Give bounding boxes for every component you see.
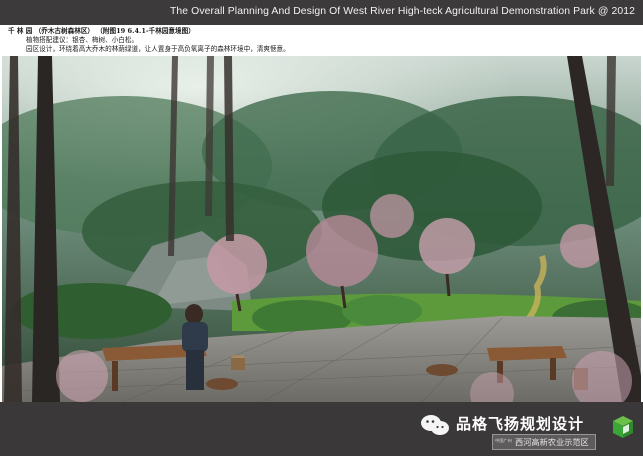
watermark-location: 中国广州 xyxy=(495,438,512,443)
watermark-subtitle: 西河高新农业示范区 xyxy=(515,437,589,447)
cube-logo-icon xyxy=(613,416,633,438)
watermark-brand: 品格飞扬规划设计 xyxy=(456,415,585,433)
watermark-subtitle-box: 中国广州 西河高新农业示范区 xyxy=(492,434,596,450)
plant-suggestion: 植物搭配建议：银杏、梅树、小白松。 xyxy=(26,36,139,44)
wechat-icon xyxy=(421,415,449,435)
design-note: 园区设计，环绕着高大乔木的林荫绿道，让人置身于高负氧离子的森林环境中，清爽惬意。 xyxy=(26,45,290,53)
description-heading: 千 林 园 （乔木古树森林区） （附图19 6.4.1-千林园意境图） xyxy=(8,27,195,35)
forest-scene-illustration xyxy=(2,56,641,402)
page: The Overall Planning And Design Of West … xyxy=(0,0,643,456)
header-bar: The Overall Planning And Design Of West … xyxy=(0,0,643,25)
header-title: The Overall Planning And Design Of West … xyxy=(169,6,635,17)
description-block: 千 林 园 （乔木古树森林区） （附图19 6.4.1-千林园意境图） 植物搭配… xyxy=(8,27,638,54)
watermark: 品格飞扬规划设计 中国广州 西河高新农业示范区 xyxy=(416,407,640,451)
forest-rendering-image xyxy=(2,56,641,402)
